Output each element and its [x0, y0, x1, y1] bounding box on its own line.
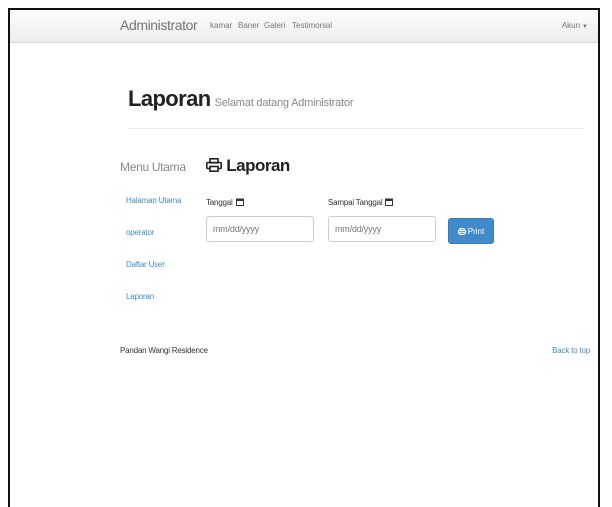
sidebar-title: Menu Utama — [120, 160, 186, 174]
start-date-label: Tanggal — [206, 198, 244, 207]
calendar-icon — [235, 198, 244, 206]
nav-link-kamar[interactable]: kamar — [210, 21, 232, 30]
sidebar-item-daftar-user[interactable]: Daftar User — [120, 260, 200, 292]
print-button[interactable]: Print — [448, 218, 494, 244]
start-date-input[interactable] — [206, 216, 314, 242]
printer-icon — [206, 158, 222, 172]
page-frame: Administrator kamar Baner Galeri Testimo… — [8, 8, 600, 507]
end-date-input[interactable] — [328, 216, 436, 242]
print-button-label: Print — [467, 226, 485, 236]
sidebar-item-halaman-utama[interactable]: Halaman Utama — [120, 196, 200, 228]
content-title: Laporan — [206, 156, 290, 176]
nav-link-baner[interactable]: Baner — [238, 21, 259, 30]
calendar-icon — [385, 198, 394, 206]
back-to-top-link[interactable]: Back to top — [552, 346, 590, 355]
footer-site-name: Pandan Wangi Residence — [120, 346, 208, 355]
brand-link[interactable]: Administrator — [120, 17, 198, 33]
content-title-text: Laporan — [226, 156, 290, 175]
printer-icon — [457, 227, 466, 235]
page-subtitle: Selamat datang Administrator — [214, 97, 354, 109]
account-label: Akun — [561, 21, 581, 30]
nav-link-testimonial[interactable]: Testimonial — [292, 21, 332, 30]
caret-down-icon: ▼ — [582, 24, 588, 30]
end-date-label-text: Sampai Tanggal — [328, 198, 383, 207]
sidebar: Menu Utama Halaman Utama operator Daftar… — [120, 160, 200, 324]
end-date-label: Sampai Tanggal — [328, 198, 394, 207]
sidebar-item-operator[interactable]: operator — [120, 228, 200, 260]
start-date-label-text: Tanggal — [206, 198, 233, 207]
page-title: Laporan — [128, 86, 211, 111]
account-dropdown[interactable]: Akun ▼ — [562, 21, 588, 30]
navbar: Administrator kamar Baner Galeri Testimo… — [10, 10, 598, 43]
page-header: Laporan Selamat datang Administrator — [128, 86, 584, 129]
nav-link-galeri[interactable]: Galeri — [264, 21, 285, 30]
sidebar-item-laporan[interactable]: Laporan — [120, 292, 200, 324]
